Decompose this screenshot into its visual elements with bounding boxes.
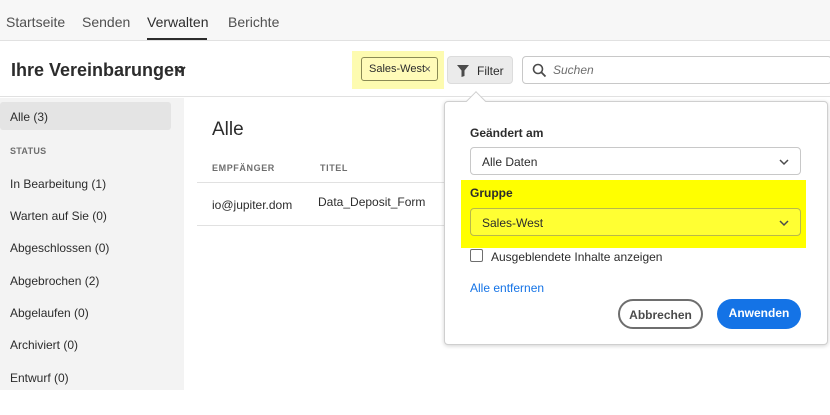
sidebar-item-archiviert[interactable]: Archiviert (0) (10, 338, 78, 352)
page-header: Ihre Vereinbarungen Sales-West × Filter (0, 41, 830, 97)
search-box (522, 56, 830, 84)
table-divider (197, 225, 447, 226)
sidebar-item-abgebrochen[interactable]: Abgebrochen (2) (10, 274, 99, 288)
table-divider (197, 182, 447, 183)
sidebar: Alle (3) STATUS In Bearbeitung (1) Warte… (0, 98, 184, 390)
funnel-icon (457, 65, 469, 77)
chevron-down-icon[interactable] (174, 65, 186, 75)
tab-verwalten[interactable]: Verwalten (147, 14, 208, 30)
filter-chip-label: Sales-West (369, 63, 426, 75)
cancel-button-label: Abbrechen (629, 308, 692, 322)
show-hidden-checkbox[interactable] (470, 249, 483, 262)
search-icon (532, 63, 547, 78)
tab-berichte[interactable]: Berichte (228, 14, 279, 30)
sidebar-item-abgeschlossen[interactable]: Abgeschlossen (0) (10, 241, 109, 255)
chevron-down-icon (779, 159, 789, 166)
sidebar-item-in-bearbeitung[interactable]: In Bearbeitung (1) (10, 177, 106, 191)
cell-recipient: io@jupiter.dom (212, 198, 293, 212)
apply-button[interactable]: Anwenden (717, 299, 801, 329)
active-tab-indicator (147, 38, 207, 40)
tab-startseite[interactable]: Startseite (6, 14, 65, 30)
group-label: Gruppe (470, 186, 513, 200)
page-title: Ihre Vereinbarungen (11, 60, 186, 80)
tab-senden[interactable]: Senden (82, 14, 130, 30)
sidebar-item-entwurf[interactable]: Entwurf (0) (10, 371, 69, 385)
sidebar-section-status: STATUS (10, 146, 47, 156)
search-input[interactable] (553, 61, 823, 79)
filter-chip: Sales-West × (361, 57, 438, 81)
column-header-title[interactable]: TITEL (320, 163, 348, 173)
group-select[interactable]: Sales-West (470, 208, 801, 236)
close-icon[interactable]: × (424, 62, 431, 76)
chevron-down-icon (779, 220, 789, 227)
filter-button-label: Filter (477, 64, 504, 78)
column-header-recipient[interactable]: EMPFÄNGER (212, 163, 275, 173)
apply-button-label: Anwenden (728, 306, 790, 320)
cell-title: Data_Deposit_Form (318, 195, 426, 209)
clear-all-link[interactable]: Alle entfernen (470, 281, 544, 295)
changed-date-label: Geändert am (470, 126, 544, 140)
sidebar-item-alle[interactable]: Alle (3) (10, 110, 48, 124)
top-navigation: Startseite Senden Verwalten Berichte (0, 0, 830, 41)
sidebar-item-abgelaufen[interactable]: Abgelaufen (0) (10, 306, 89, 320)
changed-date-select[interactable]: Alle Daten (470, 147, 801, 175)
group-value: Sales-West (482, 216, 544, 230)
filter-button[interactable]: Filter (447, 56, 513, 84)
show-hidden-label[interactable]: Ausgeblendete Inhalte anzeigen (491, 250, 662, 264)
cancel-button[interactable]: Abbrechen (618, 299, 703, 329)
list-title: Alle (212, 119, 244, 140)
sidebar-item-warten-auf-sie[interactable]: Warten auf Sie (0) (10, 209, 107, 223)
changed-date-value: Alle Daten (482, 155, 538, 169)
